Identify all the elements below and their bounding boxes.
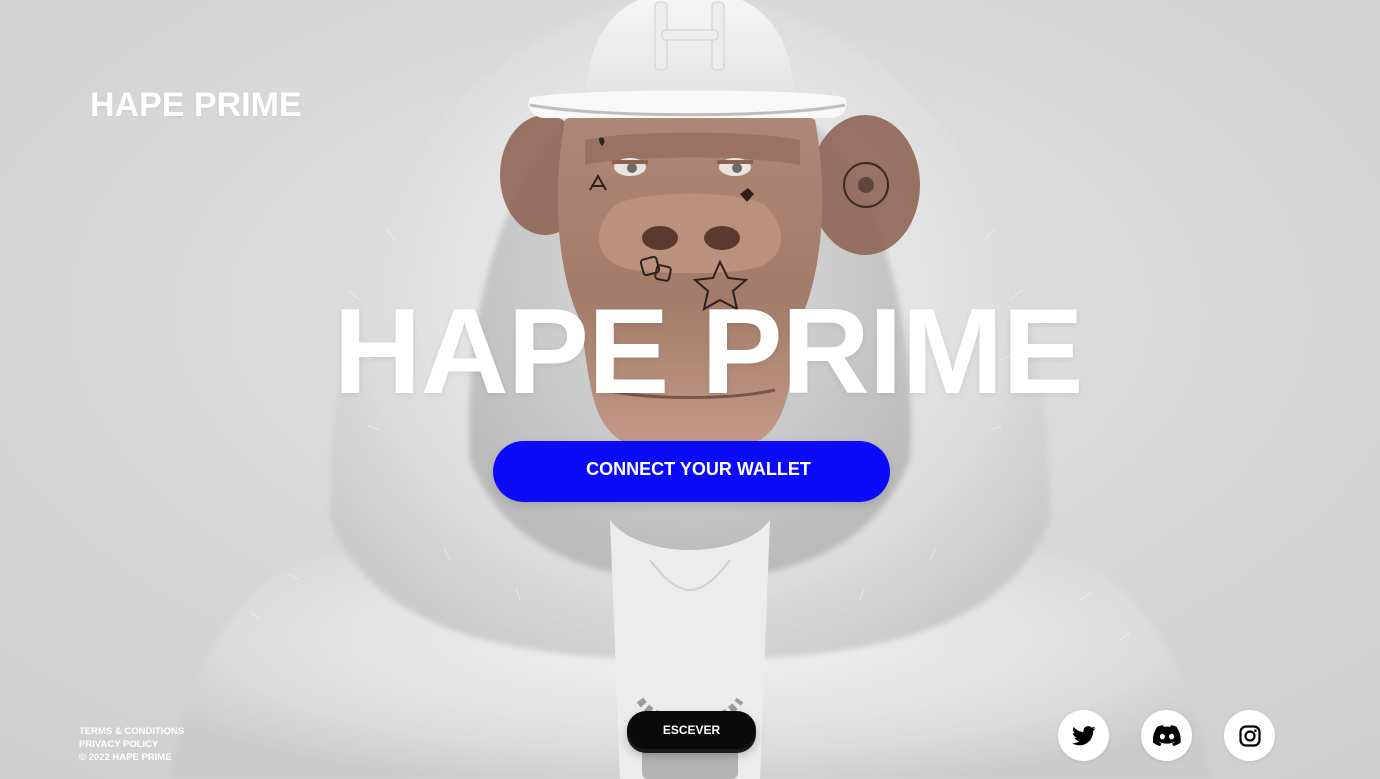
page: HAPE PRIME HAPE PRIME CONNECT YOUR WALLE…: [0, 0, 1380, 779]
connect-wallet-button[interactable]: CONNECT YOUR WALLET: [493, 441, 890, 502]
hero-title: HAPE PRIME: [333, 283, 1083, 419]
twitter-button[interactable]: [1058, 710, 1109, 761]
footer-links: TERMS & CONDITIONS PRIVACY POLICY © 2022…: [79, 725, 184, 764]
privacy-link[interactable]: PRIVACY POLICY: [79, 738, 184, 751]
twitter-icon: [1071, 725, 1096, 745]
escever-button[interactable]: ESCEVER: [627, 711, 756, 749]
discord-button[interactable]: [1141, 710, 1192, 761]
terms-link[interactable]: TERMS & CONDITIONS: [79, 725, 184, 738]
site-logo[interactable]: HAPE PRIME: [90, 84, 302, 126]
instagram-icon: [1238, 724, 1261, 747]
copyright-text: © 2022 HAPE PRIME: [79, 752, 172, 763]
instagram-button[interactable]: [1224, 710, 1275, 761]
discord-icon: [1152, 725, 1181, 746]
